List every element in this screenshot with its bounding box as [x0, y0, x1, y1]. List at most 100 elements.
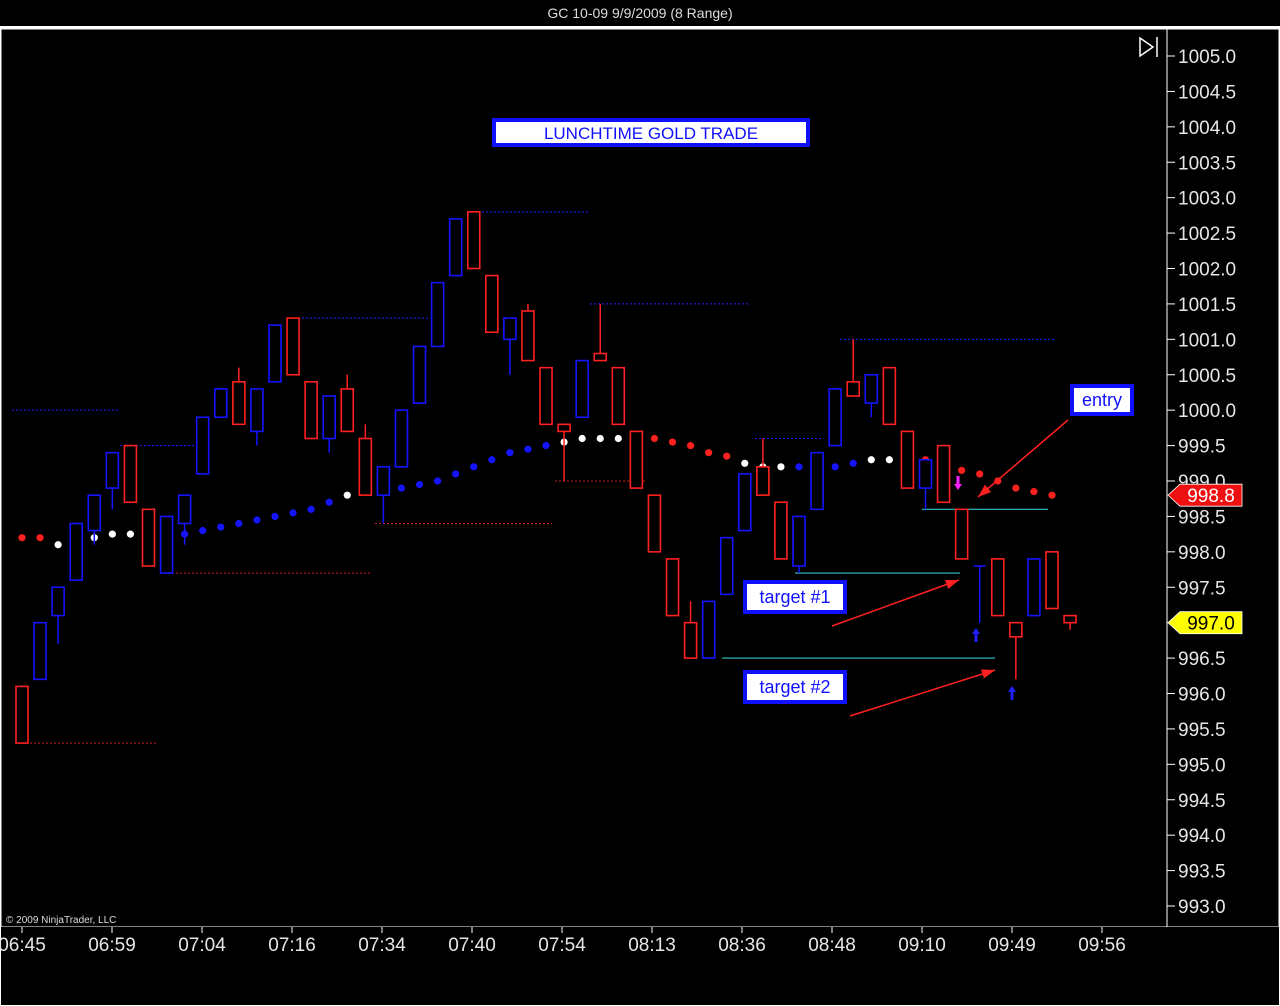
- candlestick-chart[interactable]: 1005.0 1004.5 1004.0 1003.5 1003.0 1002.5 1002…: [0, 26, 1280, 1006]
- candle[interactable]: [936, 444, 951, 504]
- candle[interactable]: [539, 366, 553, 426]
- candle-body: [503, 317, 517, 341]
- candle[interactable]: [69, 522, 84, 581]
- candle-body: [358, 437, 373, 496]
- candle[interactable]: [466, 211, 481, 270]
- y-tick-label: 996.5: [1178, 649, 1226, 670]
- candle[interactable]: [141, 508, 156, 567]
- ma-dot: [596, 434, 604, 443]
- candle[interactable]: [665, 558, 680, 617]
- candle[interactable]: [412, 345, 427, 404]
- candle-body: [701, 600, 716, 659]
- candle[interactable]: [774, 501, 788, 560]
- x-tick-label: 06:45: [0, 935, 46, 956]
- candle-body: [159, 515, 174, 574]
- candle-body: [918, 458, 933, 489]
- y-tick-label: 995.5: [1178, 720, 1226, 741]
- candle-body: [864, 373, 879, 404]
- y-tick-label: 998.0: [1178, 543, 1226, 564]
- candle[interactable]: [304, 381, 318, 440]
- ma-dot: [307, 505, 315, 513]
- candle[interactable]: [394, 409, 409, 468]
- candle[interactable]: [719, 536, 734, 596]
- candle-body: [575, 359, 589, 419]
- y-tick-label: 1002.5: [1178, 224, 1236, 245]
- y-tick-label: 994.0: [1178, 826, 1226, 847]
- y-tick-label: 1003.5: [1178, 153, 1236, 174]
- ma-dot: [18, 534, 26, 542]
- candle[interactable]: [1045, 551, 1059, 610]
- candle[interactable]: [15, 685, 29, 744]
- candle[interactable]: [828, 388, 842, 447]
- candle-body: [51, 586, 65, 617]
- x-tick-label: 07:04: [178, 935, 226, 956]
- y-tick-label: 1003.0: [1178, 189, 1236, 210]
- candle-body: [756, 466, 770, 496]
- candle[interactable]: [430, 281, 445, 348]
- ma-dot: [777, 463, 785, 471]
- target-1-label: target #1: [743, 580, 847, 614]
- entry-label: entry: [1070, 384, 1134, 416]
- candle-body: [304, 381, 318, 440]
- candle[interactable]: [701, 600, 716, 659]
- ma-dot: [36, 534, 44, 542]
- window-title: GC 10-09 9/9/2009 (8 Range): [0, 0, 1280, 26]
- ma-dot: [885, 456, 893, 464]
- candle[interactable]: [286, 317, 300, 376]
- ma-dot: [126, 530, 135, 538]
- candle[interactable]: [33, 621, 47, 681]
- candle[interactable]: [882, 366, 897, 426]
- candle[interactable]: [1027, 558, 1041, 617]
- ma-dot: [524, 445, 532, 453]
- candle[interactable]: [268, 324, 282, 383]
- ma-dot: [867, 456, 875, 464]
- candle[interactable]: [611, 366, 626, 426]
- candle[interactable]: [123, 444, 138, 504]
- ma-dot: [976, 470, 984, 478]
- candle-body: [1009, 621, 1023, 638]
- plot-area[interactable]: [0, 28, 1168, 928]
- label-text: target #1: [759, 587, 830, 607]
- candle[interactable]: [485, 274, 499, 334]
- ma-dot: [795, 463, 803, 471]
- ma-dot: [470, 463, 478, 471]
- ma-dot: [108, 530, 116, 538]
- y-tick-label: 1000.0: [1178, 401, 1236, 422]
- ma-dot: [614, 434, 622, 443]
- candle-body: [882, 366, 897, 426]
- candle[interactable]: [647, 494, 662, 553]
- candle-body: [737, 473, 752, 532]
- candle[interactable]: [629, 430, 644, 489]
- ma-dot: [217, 523, 225, 531]
- candle[interactable]: [521, 303, 535, 362]
- candle-body: [322, 395, 336, 440]
- candle[interactable]: [575, 359, 589, 419]
- ma-dot: [723, 452, 731, 460]
- candle[interactable]: [448, 218, 463, 277]
- candle[interactable]: [792, 515, 806, 574]
- candle[interactable]: [810, 451, 824, 511]
- y-tick-label: 997.5: [1178, 578, 1226, 599]
- candle[interactable]: [159, 515, 174, 574]
- x-tick-label: 07:34: [358, 935, 406, 956]
- candle[interactable]: [195, 416, 210, 475]
- candle[interactable]: [900, 430, 915, 489]
- candle-body: [719, 536, 734, 596]
- candle-body: [792, 515, 806, 567]
- ma-dot: [831, 463, 839, 471]
- candle-body: [430, 281, 445, 348]
- candle[interactable]: [737, 473, 752, 532]
- candle[interactable]: [990, 558, 1005, 617]
- candle-body: [213, 388, 228, 419]
- y-tick-label: 1002.0: [1178, 260, 1236, 281]
- candle[interactable]: [954, 508, 969, 560]
- ma-dot: [849, 459, 857, 467]
- ma-dot: [1012, 484, 1020, 492]
- ma-dot: [488, 456, 496, 464]
- ma-dot: [668, 438, 677, 446]
- candle-body: [665, 558, 680, 617]
- candle[interactable]: [213, 388, 228, 419]
- candle-body: [900, 430, 915, 489]
- candle-body: [33, 621, 47, 681]
- candle-body: [412, 345, 427, 404]
